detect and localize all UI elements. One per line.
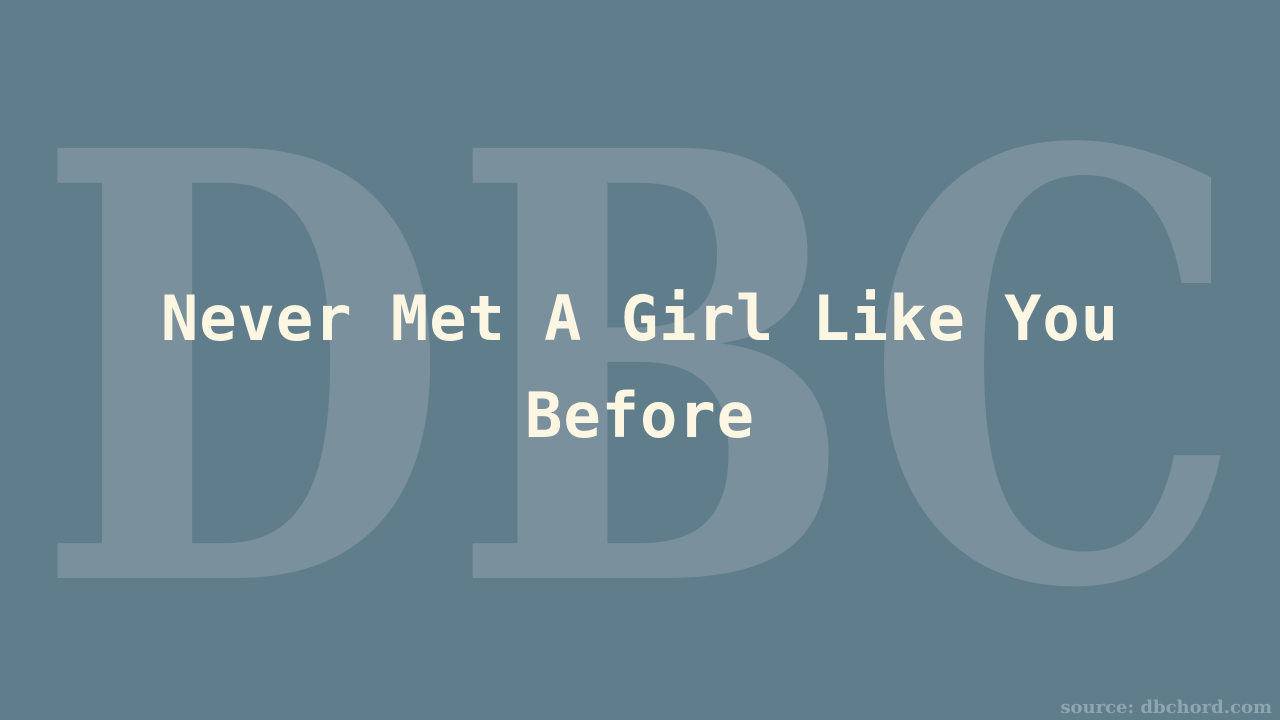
song-title: Never Met A Girl Like You Before — [160, 282, 1120, 452]
source-credit: source: dbchord.com — [1060, 697, 1272, 718]
